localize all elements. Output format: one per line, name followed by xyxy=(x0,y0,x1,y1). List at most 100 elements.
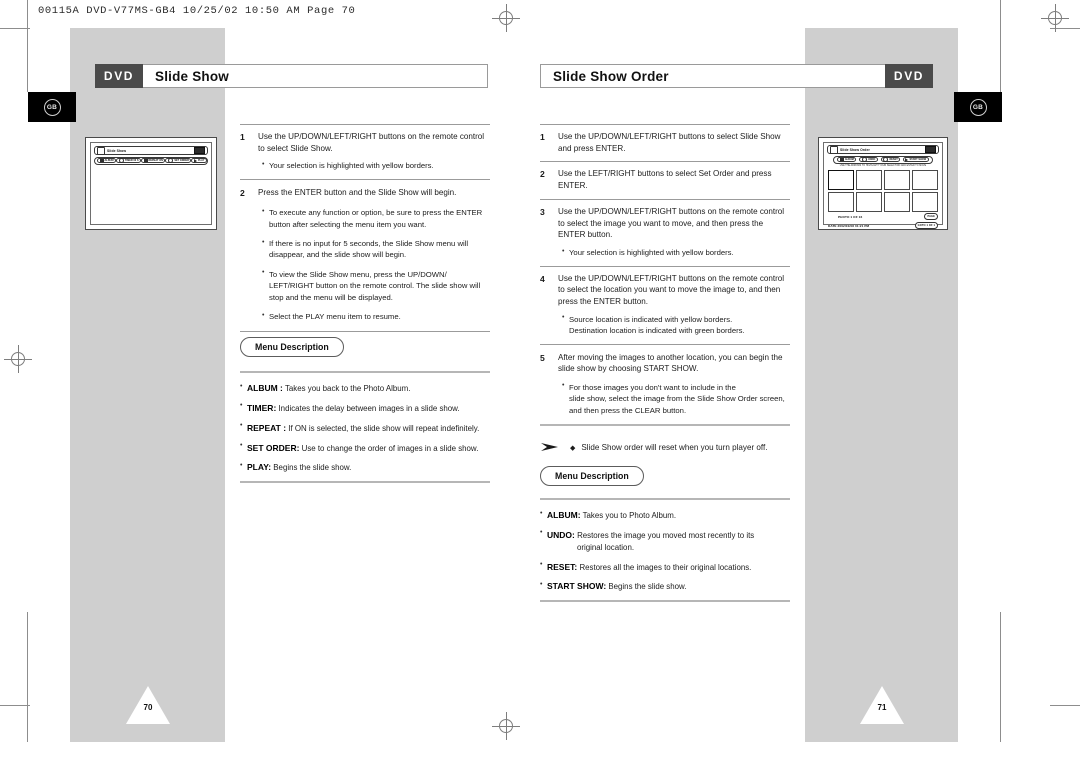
bullet-item: Your selection is highlighted with yello… xyxy=(262,160,490,171)
left-page-dvd-tag: DVD xyxy=(95,64,143,88)
step-item: 1 Use the UP/DOWN/LEFT/RIGHT buttons to … xyxy=(540,132,781,153)
page-pill[interactable]: PAGE xyxy=(924,213,938,220)
bullet-item: To execute any function or option, be su… xyxy=(262,207,490,230)
right-menu-description: Menu Description ALBUM: Takes you to Pho… xyxy=(540,466,790,603)
screen-indicator-icon xyxy=(925,145,936,154)
left-page-title-bar: DVD Slide Show xyxy=(95,64,488,88)
left-page-plate xyxy=(70,28,225,742)
trim-line-bottom-left xyxy=(27,612,28,742)
gb-icon: GB xyxy=(43,98,61,116)
timer-icon xyxy=(118,157,124,164)
rule xyxy=(240,481,490,484)
undo-icon xyxy=(861,156,867,163)
note-row: ◆ Slide Show order will reset when you tu… xyxy=(540,440,790,454)
osd-button-set-order[interactable]: SET ORDER xyxy=(165,157,192,164)
play-icon xyxy=(193,158,197,163)
menu-item: PLAY: Begins the slide show. xyxy=(240,461,490,474)
registration-mark-top-right xyxy=(1041,4,1069,32)
repeat-icon xyxy=(143,158,148,163)
registration-mark-bottom-center xyxy=(492,712,520,740)
thumbnail-cell[interactable] xyxy=(855,191,883,212)
left-osd-toolbar: ALBUM TIMER 06 S REPEAT ON SET ORDER PLA… xyxy=(94,156,208,165)
right-menu-description-heading: Menu Description xyxy=(540,466,644,486)
note-arrow-icon xyxy=(540,440,560,454)
menu-item: ALBUM: Takes you to Photo Album. xyxy=(540,509,790,522)
play-icon xyxy=(905,157,909,162)
menu-item: UNDO: Restores the image you moved most … xyxy=(540,528,790,554)
trim-line-top-left xyxy=(27,0,28,92)
reset-icon xyxy=(883,156,889,163)
bullet-item: Your selection is highlighted with yello… xyxy=(562,247,790,258)
date-status: DATE 2002/01/08 01:21 PM xyxy=(828,223,870,228)
right-osd-panel: Slide Show Order ALBUM UNDO RESET START … xyxy=(827,145,939,167)
photo-thumbnail-grid xyxy=(828,170,938,212)
thumbnail-cell[interactable] xyxy=(828,191,855,212)
trim-mark-right-bottom xyxy=(1050,705,1080,706)
osd-button-repeat[interactable]: REPEAT ON xyxy=(141,157,166,164)
right-page-steps: 1 Use the UP/DOWN/LEFT/RIGHT buttons to … xyxy=(540,124,790,454)
left-osd-title: Slide Show xyxy=(107,148,127,153)
osd-button-start-show[interactable]: START SHOW xyxy=(902,156,929,163)
photo-status: PHOTO 1 OF 16 xyxy=(838,214,863,219)
menu-item: START SHOW: Begins the slide show. xyxy=(540,580,790,593)
thumbnail-cell[interactable] xyxy=(855,170,883,190)
region-badge-left: GB xyxy=(28,92,76,122)
right-page-dvd-tag: DVD xyxy=(885,64,933,88)
step-item: 5 After moving the images to another loc… xyxy=(540,352,783,374)
menu-item: REPEAT : If ON is selected, the slide sh… xyxy=(240,421,490,435)
left-page-number: 70 xyxy=(126,686,170,724)
osd-button-timer[interactable]: TIMER 06 S xyxy=(116,157,142,164)
menu-item: TIMER: Indicates the delay between image… xyxy=(240,401,490,415)
rule xyxy=(540,600,790,603)
right-page-title: Slide Show Order xyxy=(540,64,885,88)
bullet-item: To view the Slide Show menu, press the U… xyxy=(262,268,490,303)
bullet-item: For those images you don't want to inclu… xyxy=(562,381,790,416)
step-item: 2 Press the ENTER button and the Slide S… xyxy=(240,187,457,198)
right-osd-status: PHOTO 1 OF 16 PAGE DATE 2002/01/08 01:21… xyxy=(828,213,938,229)
left-page-steps: 1 Use the UP/DOWN/LEFT/RIGHT buttons on … xyxy=(240,124,490,333)
thumbnail-cell[interactable] xyxy=(828,170,855,190)
thumbnail-cell[interactable] xyxy=(911,191,938,212)
right-page-number: 71 xyxy=(860,686,904,724)
trim-mark-left-top xyxy=(0,28,30,29)
right-osd-title-bar: Slide Show Order xyxy=(827,145,939,154)
print-header: 00115A DVD-V77MS-GB4 10/25/02 10:50 AM P… xyxy=(38,5,356,17)
date-status-line: DATE 2002/01/08 01:21 PM GOTO 1 OF 1 xyxy=(828,222,938,229)
left-menu-description: Menu Description ALBUM : Takes you back … xyxy=(240,337,490,484)
photo-icon xyxy=(830,145,838,154)
thumbnail-cell[interactable] xyxy=(883,170,911,190)
menu-item: ALBUM : Takes you back to the Photo Albu… xyxy=(240,382,490,395)
osd-button-album[interactable]: ALBUM xyxy=(97,157,117,164)
right-page-plate xyxy=(805,28,958,742)
goto-pill[interactable]: GOTO 1 OF 1 xyxy=(914,222,938,229)
registration-mark-left xyxy=(4,345,32,373)
right-illustration-screen: Slide Show Order ALBUM UNDO RESET START … xyxy=(823,142,943,229)
left-menu-description-heading: Menu Description xyxy=(240,337,344,357)
note-text: ◆ Slide Show order will reset when you tu… xyxy=(570,442,768,452)
osd-button-album[interactable]: ALBUM xyxy=(837,156,857,163)
osd-button-play[interactable]: PLAY xyxy=(191,157,207,164)
rule xyxy=(240,371,490,373)
rule xyxy=(540,424,790,427)
screen-indicator-icon xyxy=(194,146,205,155)
left-page-title: Slide Show xyxy=(143,64,488,88)
osd-button-undo[interactable]: UNDO xyxy=(859,156,878,163)
registration-mark-top-center xyxy=(492,4,520,32)
left-illustration-screen: Slide Show ALBUM TIMER 06 S REPEAT ON SE… xyxy=(90,142,212,225)
set-order-icon xyxy=(167,157,174,164)
gb-icon: GB xyxy=(969,98,987,116)
thumbnail-cell[interactable] xyxy=(911,170,938,190)
menu-item: SET ORDER: Use to change the order of im… xyxy=(240,441,490,455)
step-item: 4 Use the UP/DOWN/LEFT/RIGHT buttons on … xyxy=(540,273,785,306)
left-illustration-tv: Slide Show ALBUM TIMER 06 S REPEAT ON SE… xyxy=(85,137,217,230)
photo-icon xyxy=(97,146,105,155)
right-illustration-tv: Slide Show Order ALBUM UNDO RESET START … xyxy=(818,137,948,230)
album-icon xyxy=(839,157,844,162)
step-item: 3 Use the UP/DOWN/LEFT/RIGHT buttons on … xyxy=(540,206,785,240)
thumbnail-cell[interactable] xyxy=(883,191,911,212)
osd-button-reset[interactable]: RESET xyxy=(880,156,901,163)
right-osd-toolbar: ALBUM UNDO RESET START SHOW xyxy=(833,155,933,164)
right-osd-title: Slide Show Order xyxy=(840,147,870,152)
album-icon xyxy=(99,158,104,163)
trim-mark-left-bottom xyxy=(0,705,30,706)
